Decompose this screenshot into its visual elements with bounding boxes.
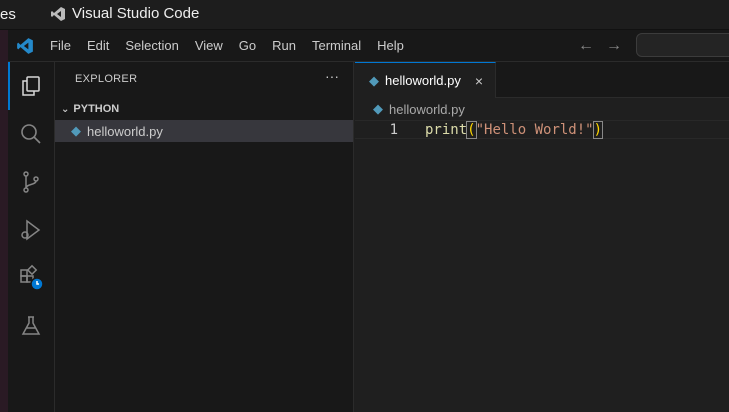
os-top-bar: es Visual Studio Code (0, 0, 729, 30)
folder-python[interactable]: ⌄ PYTHON (55, 98, 353, 120)
extensions-icon[interactable] (8, 254, 54, 302)
menu-help[interactable]: Help (369, 38, 412, 53)
navigation-arrows: ← → (578, 37, 622, 55)
menu-terminal[interactable]: Terminal (304, 38, 369, 53)
menu-selection[interactable]: Selection (117, 38, 186, 53)
python-file-icon: ◆ (369, 72, 379, 88)
vscode-logo-icon (8, 37, 42, 55)
code-function: print (425, 121, 468, 138)
sidebar-title: EXPLORER (75, 73, 138, 85)
file-item-helloworld[interactable]: ◆ helloworld.py (55, 120, 353, 142)
python-file-icon: ◆ (71, 123, 81, 138)
breadcrumb-file[interactable]: helloworld.py (389, 102, 465, 117)
explorer-sidebar: EXPLORER ··· ⌄ PYTHON ◆ helloworld.py (55, 62, 354, 412)
forward-arrow-icon[interactable]: → (606, 37, 622, 55)
run-debug-icon[interactable] (8, 206, 54, 254)
search-icon[interactable] (8, 110, 54, 158)
command-center-search[interactable] (636, 33, 729, 57)
window-title: Visual Studio Code (50, 5, 199, 22)
line-number: 1 (389, 121, 398, 138)
tab-bar: ◆ helloworld.py × (355, 62, 729, 98)
code-paren-close: ) (592, 120, 604, 139)
breadcrumb[interactable]: ◆ helloworld.py (373, 101, 465, 117)
editor-area: ◆ helloworld.py × ◆ helloworld.py 1 prin… (355, 62, 729, 412)
code-paren-open: ( (466, 120, 477, 139)
explorer-icon[interactable] (8, 62, 54, 110)
tab-helloworld[interactable]: ◆ helloworld.py × (355, 62, 496, 98)
menu-run[interactable]: Run (264, 38, 304, 53)
folder-label: PYTHON (73, 103, 120, 115)
code-text[interactable]: print("Hello World!") (425, 120, 604, 139)
testing-icon[interactable] (8, 302, 54, 350)
close-icon[interactable]: × (475, 73, 483, 89)
code-line[interactable]: 1 print("Hello World!") (355, 120, 729, 139)
os-activities-label[interactable]: es (0, 6, 16, 23)
back-arrow-icon[interactable]: ← (578, 37, 594, 55)
activity-bar (8, 62, 55, 412)
tab-label: helloworld.py (385, 73, 461, 88)
menu-file[interactable]: File (42, 38, 79, 53)
menu-go[interactable]: Go (231, 38, 264, 53)
python-file-icon: ◆ (373, 101, 383, 116)
more-actions-icon[interactable]: ··· (325, 68, 339, 84)
window-title-text: Visual Studio Code (72, 5, 200, 22)
vscode-logo-icon (51, 6, 65, 21)
file-label: helloworld.py (87, 123, 163, 139)
code-string: "Hello World!" (475, 121, 594, 138)
source-control-icon[interactable] (8, 158, 54, 206)
chevron-down-icon: ⌄ (61, 103, 70, 115)
menu-view[interactable]: View (187, 38, 231, 53)
os-dock (0, 30, 8, 412)
menu-edit[interactable]: Edit (79, 38, 117, 53)
